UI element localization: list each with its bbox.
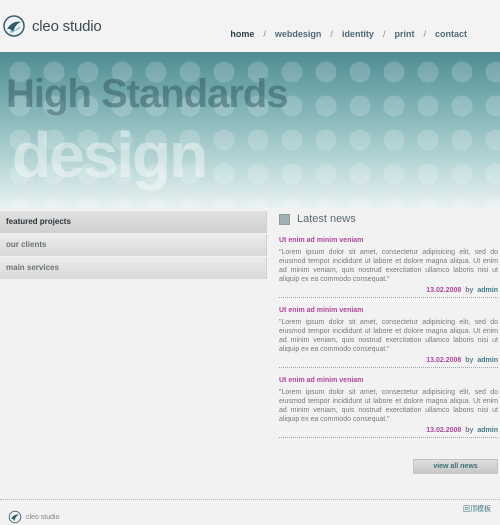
nav-print[interactable]: print xyxy=(394,29,414,39)
news-item-date: 13.02.2008 xyxy=(426,357,462,364)
nav-identity[interactable]: identity xyxy=(342,29,374,39)
news-item-meta: 13.02.2008 by admin xyxy=(279,427,498,438)
news-item-body: "Lorem ipsum dolor sit amet, consectetur… xyxy=(279,389,498,423)
news-item-title[interactable]: Ut enim ad minim veniam xyxy=(279,307,498,314)
news-item: Ut enim ad minim veniam "Lorem ipsum dol… xyxy=(279,377,498,438)
nav-contact[interactable]: contact xyxy=(435,29,467,39)
nav-webdesign[interactable]: webdesign xyxy=(275,29,322,39)
news-item-author[interactable]: admin xyxy=(477,427,498,434)
logo[interactable]: cleo studio xyxy=(2,14,102,38)
hero-banner: High Standards design xyxy=(0,52,500,208)
footer-divider xyxy=(0,499,500,500)
news-item: Ut enim ad minim veniam "Lorem ipsum dol… xyxy=(279,307,498,368)
news-item-date: 13.02.2008 xyxy=(426,287,462,294)
nav-separator: / xyxy=(330,29,333,39)
news-item-by: by xyxy=(465,287,474,294)
cleo-logo-icon xyxy=(3,15,25,37)
banner-subheadline: design xyxy=(12,119,208,191)
news-item-author[interactable]: admin xyxy=(477,287,498,294)
news-item-meta: 13.02.2008 by admin xyxy=(279,287,498,298)
cleo-logo-icon xyxy=(8,510,22,524)
news-item-author[interactable]: admin xyxy=(477,357,498,364)
nav-separator: / xyxy=(382,29,386,39)
banner-headline: High Standards xyxy=(6,72,289,116)
latest-news-section: Latest news Ut enim ad minim veniam "Lor… xyxy=(279,211,498,438)
news-item-date: 13.02.2008 xyxy=(426,427,462,434)
site-header: cleo studio home / webdesign / identity … xyxy=(0,0,500,52)
footer-brand-name: cleo studio xyxy=(26,513,60,521)
nav-separator: / xyxy=(423,29,426,39)
sidebar-item-our-clients[interactable]: our clients xyxy=(0,234,267,256)
nav-separator: / xyxy=(263,29,266,39)
footer-logo[interactable]: cleo studio xyxy=(8,510,59,524)
top-navigation: home / webdesign / identity / print / co… xyxy=(230,29,467,39)
view-all-news-button[interactable]: view all news xyxy=(413,459,498,474)
sidebar-item-featured-projects[interactable]: featured projects xyxy=(0,211,267,233)
news-header: Latest news xyxy=(279,211,498,227)
footer-link[interactable]: 回顶模板 xyxy=(463,504,491,514)
brand-name: cleo studio xyxy=(32,17,102,35)
news-item-by: by xyxy=(465,427,474,434)
news-item-meta: 13.02.2008 by admin xyxy=(279,357,498,368)
sidebar-item-main-services[interactable]: main services xyxy=(0,257,267,279)
news-item-body: "Lorem ipsum dolor sit amet, consectetur… xyxy=(279,249,498,283)
news-item-body: "Lorem ipsum dolor sit amet, consectetur… xyxy=(279,319,498,353)
news-grid-icon xyxy=(279,213,290,225)
nav-home[interactable]: home xyxy=(230,29,254,39)
side-navigation: featured projects our clients main servi… xyxy=(0,211,267,280)
news-item-title[interactable]: Ut enim ad minim veniam xyxy=(279,377,498,384)
news-item-by: by xyxy=(465,357,474,364)
news-item-title[interactable]: Ut enim ad minim veniam xyxy=(279,237,498,244)
news-item: Ut enim ad minim veniam "Lorem ipsum dol… xyxy=(279,237,498,298)
news-title: Latest news xyxy=(297,213,356,225)
